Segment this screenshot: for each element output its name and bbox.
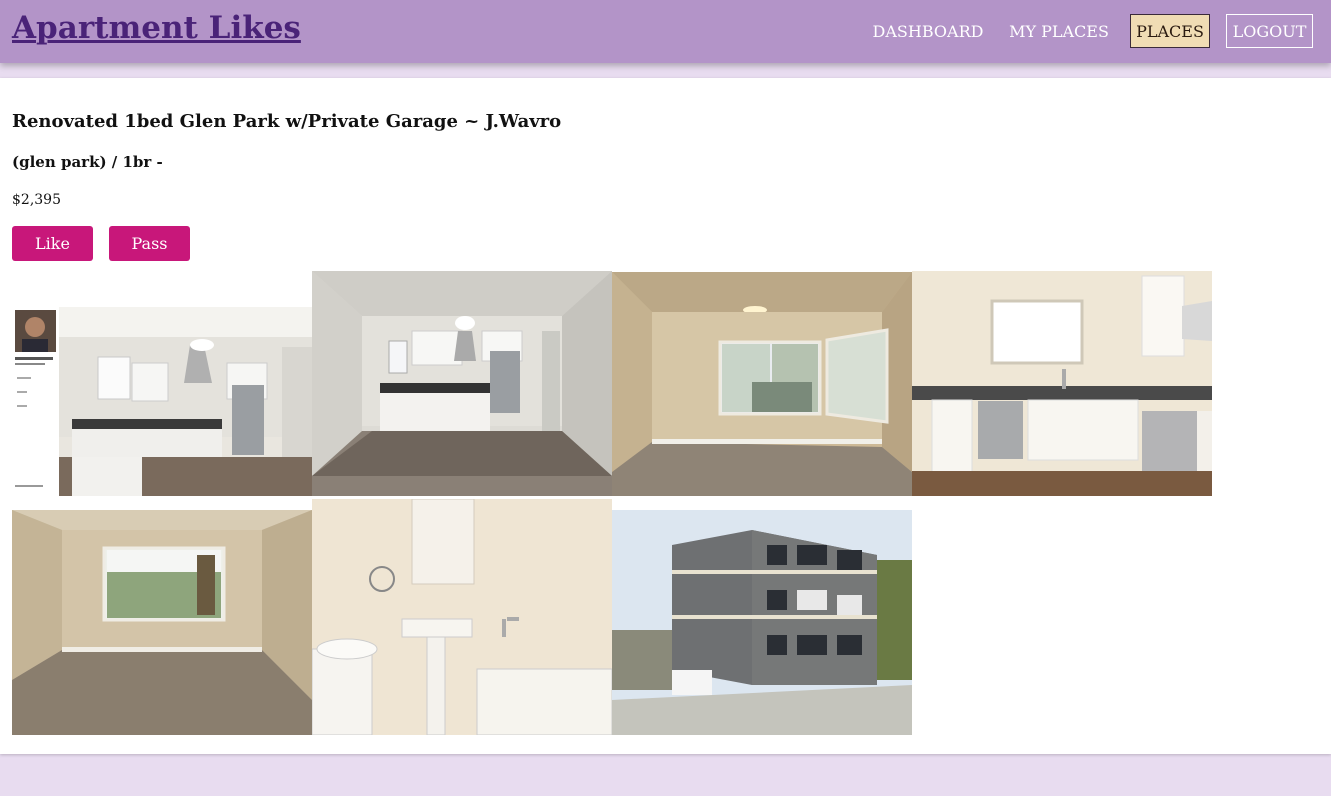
nav-dashboard[interactable]: DASHBOARD [868, 14, 988, 48]
listing-subtitle: (glen park) / 1br - [12, 153, 163, 171]
nav-places[interactable]: PLACES [1130, 14, 1210, 48]
listing-card: Renovated 1bed Glen Park w/Private Garag… [0, 78, 1331, 754]
top-navbar: Apartment Likes DASHBOARD MY PLACES PLAC… [0, 0, 1331, 63]
listing-price: $2,395 [12, 192, 61, 208]
nav-my-places[interactable]: MY PLACES [1006, 14, 1112, 48]
like-button[interactable]: Like [12, 226, 93, 261]
listing-photo-kitchen-counter[interactable] [912, 271, 1212, 496]
listing-title: Renovated 1bed Glen Park w/Private Garag… [12, 111, 562, 132]
brand-link[interactable]: Apartment Likes [12, 10, 301, 46]
listing-photo-kitchen-agent[interactable] [12, 307, 312, 496]
nav-logout[interactable]: LOGOUT [1226, 14, 1313, 48]
listing-photo-building-exterior[interactable] [612, 510, 912, 735]
listing-photo-bathroom[interactable] [312, 499, 612, 735]
pass-button[interactable]: Pass [109, 226, 190, 261]
listing-photo-living-room[interactable] [612, 272, 912, 496]
listing-photo-kitchen-wide[interactable] [312, 271, 612, 496]
listing-photo-bedroom[interactable] [12, 510, 312, 735]
